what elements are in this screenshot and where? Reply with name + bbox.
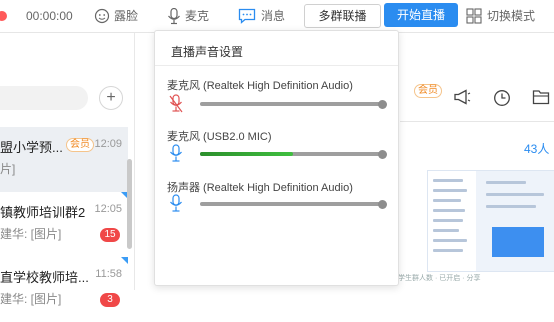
record-icon (0, 11, 7, 21)
top-toolbar: 00:00:00 露脸 麦克 消息 多群联播 开始直播 切换模式 (0, 0, 554, 33)
mic-icon[interactable] (168, 194, 184, 214)
folder-icon[interactable] (532, 89, 550, 105)
divider (400, 121, 554, 122)
switch-mode-label: 切换模式 (487, 9, 536, 23)
chat-list-item[interactable]: 盟小学预... 会员 12:09 片] (0, 127, 128, 192)
vip-badge: 会员 (414, 84, 442, 98)
shared-image-thumbnail[interactable] (427, 170, 554, 272)
chat-preview: 建华: [图片] (0, 227, 62, 241)
beauty-label: 露脸 (114, 9, 139, 23)
start-live-button[interactable]: 开始直播 (384, 3, 458, 27)
multi-group-broadcast-button[interactable]: 多群联播 (304, 4, 381, 28)
chat-time: 11:58 (95, 268, 122, 280)
thumbnail-highlight (492, 227, 544, 257)
mic-muted-icon[interactable] (168, 94, 184, 114)
unread-badge: 15 (100, 228, 120, 242)
chat-time: 12:09 (94, 138, 122, 150)
message-button[interactable]: 消息 (238, 0, 296, 32)
device-label: 扬声器 (Realtek High Definition Audio) (167, 182, 353, 194)
chat-name: 镇教师培训群2 (0, 205, 86, 220)
record-indicator[interactable] (0, 0, 14, 32)
sound-settings-popup: 直播声音设置 麦克风 (Realtek High Definition Audi… (154, 30, 399, 286)
chat-time: 12:05 (94, 203, 122, 215)
chat-name: 直学校教师培... (0, 270, 88, 285)
divider (155, 65, 398, 66)
slider-thumb[interactable] (377, 199, 387, 209)
grid-icon (466, 8, 482, 24)
vip-badge: 会员 (66, 138, 94, 152)
add-button[interactable]: + (99, 86, 123, 110)
slider-thumb[interactable] (377, 99, 387, 109)
message-icon (238, 8, 256, 24)
mic-icon[interactable] (168, 144, 184, 164)
level-meter (200, 152, 293, 156)
face-icon (94, 8, 110, 24)
popup-title: 直播声音设置 (171, 45, 244, 59)
unread-badge: 3 (100, 293, 120, 307)
thumbnail-caption: 学生群人数 · 已开启 · 分享 (398, 275, 481, 282)
switch-mode-button[interactable]: 切换模式 (466, 0, 554, 32)
live-timer: 00:00:00 (26, 9, 73, 23)
device-label: 麦克风 (Realtek High Definition Audio) (167, 80, 353, 92)
history-icon[interactable] (493, 89, 511, 107)
chat-preview: 片] (0, 162, 16, 176)
slider-thumb[interactable] (377, 149, 387, 159)
message-label: 消息 (261, 9, 286, 23)
volume-slider[interactable] (200, 99, 387, 109)
device-label: 麦克风 (USB2.0 MIC) (167, 131, 272, 143)
mic-label: 麦克 (185, 9, 210, 23)
volume-slider[interactable] (200, 199, 387, 209)
member-count: 43人 (524, 142, 550, 156)
beauty-button[interactable]: 露脸 (94, 0, 144, 32)
chat-list-panel: + 盟小学预... 会员 12:09 片] 镇教师培训群2 12:05 建华: … (0, 33, 133, 307)
chat-list-scrollbar[interactable] (127, 159, 132, 249)
chat-preview: 建华: [图片] (0, 292, 62, 306)
search-input[interactable] (0, 86, 88, 110)
chat-list-item[interactable]: 镇教师培训群2 12:05 建华: [图片] 15 (0, 192, 128, 257)
pinned-corner-icon (121, 257, 128, 264)
volume-slider[interactable] (200, 149, 387, 159)
megaphone-icon[interactable] (453, 89, 471, 105)
